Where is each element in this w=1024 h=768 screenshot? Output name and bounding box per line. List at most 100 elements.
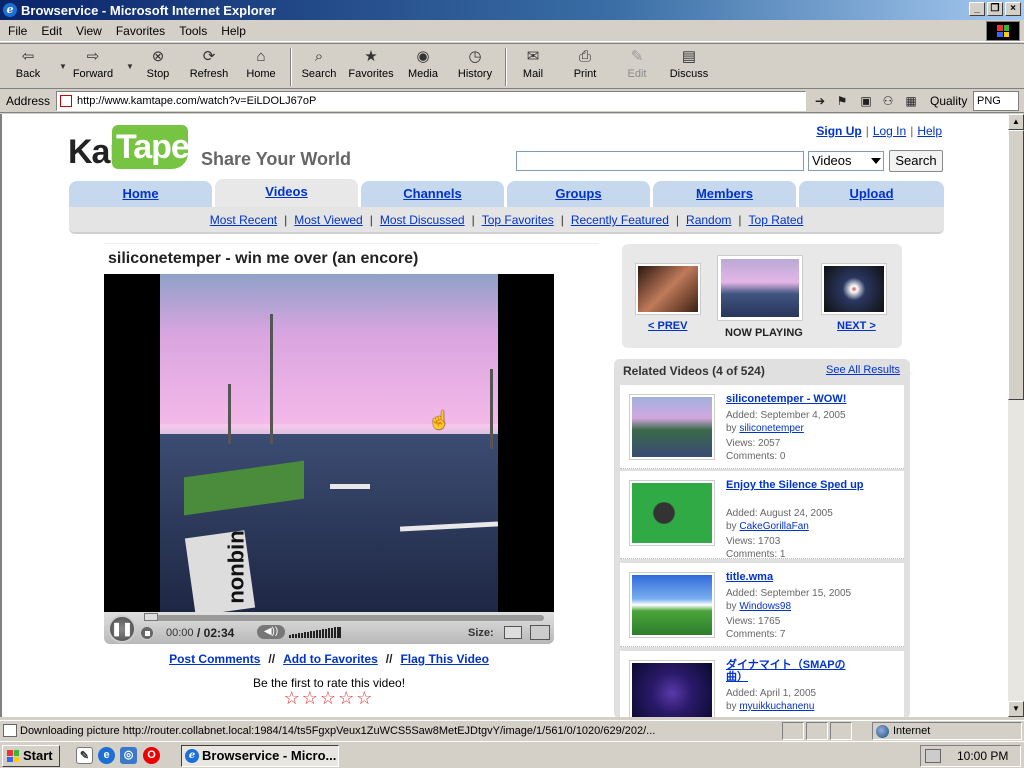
tab-home[interactable]: Home (69, 181, 212, 207)
prev-video-thumbnail[interactable] (636, 264, 700, 314)
tab-videos[interactable]: Videos (215, 179, 358, 207)
related-thumbnail[interactable] (630, 661, 714, 717)
edit-button[interactable]: ✎ Edit (616, 48, 658, 86)
next-video-thumbnail[interactable] (822, 264, 886, 314)
kamtape-logo[interactable]: Kam Tape (68, 125, 190, 171)
subnav-recently-featured[interactable]: Recently Featured (571, 213, 669, 227)
related-item[interactable]: siliconetemper - WOW! Added: September 4… (620, 385, 904, 469)
scroll-down-arrow-icon[interactable]: ▼ (1008, 701, 1024, 717)
tab-channels[interactable]: Channels (361, 181, 504, 207)
menu-tools[interactable]: Tools (179, 24, 207, 38)
back-dropdown[interactable]: ▼ (53, 48, 67, 86)
network-icon[interactable] (925, 749, 941, 763)
address-input[interactable]: http://www.kamtape.com/watch?v=EiLDOLJ67… (56, 91, 806, 111)
related-author-link[interactable]: myuikkuchanenu (739, 701, 814, 712)
related-author-link[interactable]: Windows98 (739, 601, 791, 612)
size-normal-icon[interactable] (504, 626, 522, 639)
print-button[interactable]: ⎙ Print (564, 48, 606, 86)
subnav-random[interactable]: Random (686, 213, 731, 227)
related-author-link[interactable]: CakeGorillaFan (739, 521, 808, 532)
tab-members[interactable]: Members (653, 181, 796, 207)
related-title[interactable]: ダイナマイト（SMAPの曲） (726, 659, 856, 683)
window-title: Browservice - Microsoft Internet Explore… (21, 2, 277, 18)
stop-button[interactable]: ⊗ Stop (138, 48, 178, 86)
favorites-button[interactable]: ★ Favorites (346, 48, 396, 86)
post-comments-link[interactable]: Post Comments (169, 652, 260, 666)
prev-link[interactable]: < PREV (648, 320, 687, 332)
help-link[interactable]: Help (917, 124, 942, 138)
signup-link[interactable]: Sign Up (816, 124, 861, 138)
mail-button[interactable]: ✉ Mail (512, 48, 554, 86)
restore-button[interactable]: ❐ (987, 2, 1003, 16)
taskbar-item-browser[interactable]: e Browservice - Micro... (181, 745, 339, 767)
subnav-most-discussed[interactable]: Most Discussed (380, 213, 465, 227)
related-thumbnail[interactable] (630, 395, 714, 459)
bookmark-icon[interactable]: ⚑ (834, 93, 850, 109)
refresh-button[interactable]: ⟳ Refresh (186, 48, 232, 86)
tab-groups[interactable]: Groups (507, 181, 650, 207)
related-author-link[interactable]: siliconetemper (739, 423, 803, 434)
opera-quicklaunch-icon[interactable]: O (143, 747, 160, 764)
search-submit-button[interactable]: Search (889, 150, 943, 172)
scrollbar-thumb[interactable] (1008, 130, 1024, 400)
subnav-top-rated[interactable]: Top Rated (749, 213, 804, 227)
history-button[interactable]: ◷ History (452, 48, 498, 86)
quality-select[interactable]: PNG (973, 91, 1019, 111)
home-button[interactable]: ⌂ Home (240, 48, 282, 86)
video-player[interactable]: nonbin (104, 274, 554, 616)
video-frame: nonbin (160, 274, 499, 616)
start-button[interactable]: Start (2, 745, 60, 767)
stop-button-player[interactable] (140, 626, 154, 640)
discuss-button[interactable]: ▤ Discuss (666, 48, 712, 86)
related-comments: Comments: 7 (726, 629, 786, 640)
zoom-icon[interactable]: ▣ (858, 93, 874, 109)
address-label: Address (6, 94, 51, 108)
minimize-button[interactable]: _ (969, 2, 985, 16)
search-input[interactable] (516, 151, 804, 171)
clipboard-icon[interactable]: ▦ (903, 93, 919, 109)
menu-help[interactable]: Help (221, 24, 246, 38)
menu-favorites[interactable]: Favorites (116, 24, 165, 38)
menu-view[interactable]: View (76, 24, 102, 38)
related-thumbnail[interactable] (630, 573, 714, 637)
forward-dropdown[interactable]: ▼ (120, 48, 134, 86)
related-item[interactable]: ダイナマイト（SMAPの曲） Added: April 1, 2005 by m… (620, 651, 904, 717)
outlook-quicklaunch-icon[interactable]: ◎ (120, 747, 137, 764)
next-link[interactable]: NEXT > (837, 320, 876, 332)
see-all-results-link[interactable]: See All Results (826, 364, 900, 376)
flag-video-link[interactable]: Flag This Video (400, 652, 488, 666)
tab-upload[interactable]: Upload (799, 181, 944, 207)
related-thumbnail[interactable] (630, 481, 714, 545)
progress-bar[interactable] (146, 615, 544, 621)
subnav-most-viewed[interactable]: Most Viewed (294, 213, 362, 227)
scroll-up-arrow-icon[interactable]: ▲ (1008, 114, 1024, 130)
binoculars-icon[interactable]: ⚇ (880, 93, 896, 109)
related-item[interactable]: Enjoy the Silence Sped up Added: August … (620, 471, 904, 560)
back-button[interactable]: ⇦ Back (6, 48, 50, 86)
volume-icon[interactable]: ◀)) (257, 625, 285, 639)
menu-file[interactable]: File (8, 24, 27, 38)
login-link[interactable]: Log In (873, 124, 906, 138)
vertical-scrollbar[interactable]: ▲ ▼ (1008, 114, 1024, 717)
search-button[interactable]: ⌕ Search (296, 48, 342, 86)
related-title[interactable]: Enjoy the Silence Sped up (726, 479, 876, 491)
menu-edit[interactable]: Edit (41, 24, 62, 38)
show-desktop-icon[interactable]: ✎ (76, 747, 93, 764)
pause-button[interactable]: ❚❚ (108, 615, 136, 643)
subnav-top-favorites[interactable]: Top Favorites (482, 213, 554, 227)
related-item[interactable]: title.wma Added: September 15, 2005 by W… (620, 563, 904, 647)
progress-knob[interactable] (144, 613, 158, 621)
volume-slider[interactable] (289, 627, 343, 638)
add-to-favorites-link[interactable]: Add to Favorites (283, 652, 378, 666)
search-category-select[interactable]: Videos (808, 151, 884, 171)
forward-button[interactable]: ⇨ Forward (68, 48, 118, 86)
close-button[interactable]: × (1005, 2, 1021, 16)
size-fullscreen-icon[interactable] (530, 625, 550, 640)
related-title[interactable]: siliconetemper - WOW! (726, 393, 876, 405)
ie-quicklaunch-icon[interactable]: e (98, 747, 115, 764)
media-button[interactable]: ◉ Media (402, 48, 444, 86)
subnav-most-recent[interactable]: Most Recent (210, 213, 277, 227)
rating-stars[interactable]: ☆☆☆☆☆ (104, 688, 554, 709)
related-title[interactable]: title.wma (726, 571, 876, 583)
go-arrow-icon[interactable]: ➔ (812, 93, 828, 109)
